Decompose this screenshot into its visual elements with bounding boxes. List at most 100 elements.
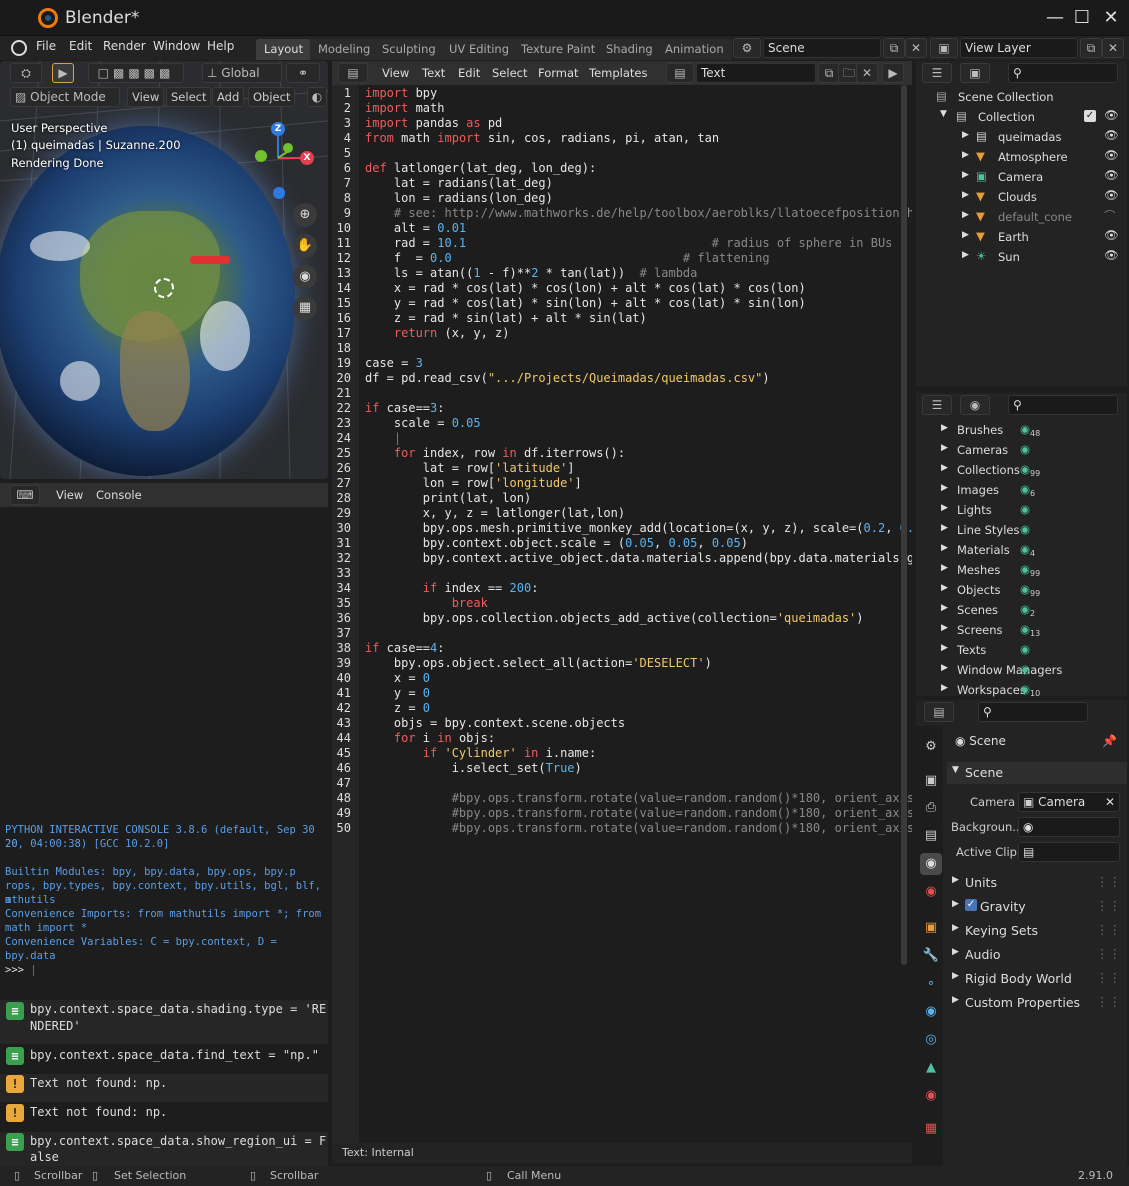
- new-view-layer-icon[interactable]: ⧉: [1080, 38, 1102, 58]
- maximize-button[interactable]: ☐: [1070, 6, 1094, 30]
- text-menu-edit[interactable]: Edit: [458, 66, 480, 80]
- code-editor[interactable]: 1 2 3 4 5 6 7 8 9 10 11 12 13 14 15 16 17 18 19 20 21 22 23 24 2…: [332, 85, 912, 1143]
- data-tab-icon[interactable]: ▲: [920, 1057, 942, 1079]
- panel-gravity[interactable]: ▶ ✓ Gravity ⋮⋮: [947, 895, 1127, 917]
- code-line[interactable]: import bpy: [365, 86, 437, 100]
- code-line[interactable]: if case==4:: [365, 641, 445, 655]
- tab-shading[interactable]: Shading: [598, 39, 661, 60]
- expand-arrow-icon[interactable]: ▶: [941, 603, 948, 613]
- code-line[interactable]: import math: [365, 101, 444, 115]
- scene-selector[interactable]: Scene: [763, 38, 881, 58]
- data-category-window-managers[interactable]: ▶ Window Managers ◉: [916, 660, 1127, 680]
- info-report-row[interactable]: ≡ bpy.context.space_data.show_region_ui …: [0, 1132, 328, 1166]
- code-line[interactable]: i.select_set(True): [365, 761, 582, 775]
- text-editor-type-icon[interactable]: ▤: [338, 63, 368, 83]
- expand-arrow-icon[interactable]: ▶: [941, 443, 948, 453]
- blender-file-mode-icon[interactable]: ◉: [960, 395, 990, 415]
- visibility-eye-icon[interactable]: 👁: [1104, 148, 1119, 162]
- code-line[interactable]: if 'Cylinder' in i.name:: [365, 746, 596, 760]
- panel-custom-properties[interactable]: ▶ Custom Properties ⋮⋮: [947, 991, 1127, 1013]
- camera-view-icon[interactable]: ◉: [293, 265, 317, 289]
- scene-tab-icon[interactable]: ◉: [920, 853, 942, 875]
- panel-keying-sets[interactable]: ▶ Keying Sets ⋮⋮: [947, 919, 1127, 941]
- code-line[interactable]: lat = row['latitude']: [365, 461, 575, 475]
- data-category-screens[interactable]: ▶ Screens ◉ 13: [916, 620, 1127, 640]
- expand-arrow-icon[interactable]: ▶: [941, 503, 948, 513]
- drag-handle-icon[interactable]: ⋮⋮: [1096, 946, 1121, 961]
- outliner-scene-collection[interactable]: ▤ Scene Collection: [916, 87, 1127, 107]
- run-script-icon[interactable]: ▶: [882, 63, 904, 83]
- info-editor[interactable]: ≡ bpy.context.space_data.shading.type = …: [0, 983, 328, 1166]
- expand-arrow-icon[interactable]: ▶: [962, 190, 969, 200]
- code-line[interactable]: for i in objs:: [365, 731, 495, 745]
- code-line[interactable]: for index, row in df.iterrows():: [365, 446, 625, 460]
- panel-rigid-body-world[interactable]: ▶ Rigid Body World ⋮⋮: [947, 967, 1127, 989]
- info-report-row[interactable]: ≡ bpy.context.space_data.shading.type = …: [0, 1000, 328, 1044]
- code-line[interactable]: bpy.context.active_object.data.materials…: [365, 551, 912, 565]
- outliner-search-input[interactable]: ⚲: [1008, 63, 1118, 83]
- outliner-item-camera[interactable]: ▶ ▣ Camera 👁: [916, 167, 1127, 187]
- pin-icon[interactable]: 📌: [1102, 734, 1117, 748]
- code-line[interactable]: lat = radians(lat_deg): [365, 176, 553, 190]
- mode-dropdown[interactable]: ▨ Object Mode: [10, 87, 120, 107]
- panel-units[interactable]: ▶ Units ⋮⋮: [947, 871, 1127, 893]
- blender-menu-icon[interactable]: [11, 40, 27, 56]
- expand-arrow-icon[interactable]: ▶: [941, 683, 948, 693]
- transform-orientation-dropdown[interactable]: ⊥ Global: [202, 63, 282, 83]
- delete-view-layer-icon[interactable]: ✕: [1102, 38, 1124, 58]
- console-editor-type-icon[interactable]: ⌨: [10, 485, 40, 505]
- expand-arrow-icon[interactable]: ▶: [941, 523, 948, 533]
- drag-handle-icon[interactable]: ⋮⋮: [1096, 874, 1121, 889]
- new-text-icon[interactable]: ⧉: [818, 63, 840, 83]
- code-line[interactable]: return (x, y, z): [365, 326, 510, 340]
- zoom-icon[interactable]: ⊕: [293, 203, 317, 227]
- expand-arrow-icon[interactable]: ▶: [941, 423, 948, 433]
- code-line[interactable]: if index == 200:: [365, 581, 539, 595]
- data-category-line-styles[interactable]: ▶ Line Styles ◉: [916, 520, 1127, 540]
- display-mode-icon[interactable]: ▣: [960, 63, 990, 83]
- editor-scrollbar[interactable]: [901, 85, 907, 965]
- expand-arrow-icon[interactable]: ▶: [962, 130, 969, 140]
- object-tab-icon[interactable]: ▣: [920, 917, 942, 939]
- tab-layout[interactable]: Layout: [256, 39, 312, 60]
- unlink-text-icon[interactable]: ✕: [856, 63, 878, 83]
- panel-audio[interactable]: ▶ Audio ⋮⋮: [947, 943, 1127, 965]
- tab-modeling[interactable]: Modeling: [310, 39, 379, 60]
- viewport-menu-view[interactable]: View: [127, 87, 165, 107]
- code-line[interactable]: scale = 0.05: [365, 416, 481, 430]
- expand-arrow-icon[interactable]: ▶: [941, 663, 948, 673]
- overlay-toggle-icon[interactable]: ◐: [307, 87, 327, 107]
- text-datablock-name[interactable]: Text: [696, 63, 816, 83]
- snapping-icon[interactable]: ⚭: [286, 63, 320, 83]
- data-category-images[interactable]: ▶ Images ◉ 6: [916, 480, 1127, 500]
- code-line[interactable]: lon = radians(lon_deg): [365, 191, 553, 205]
- visibility-eye-icon[interactable]: 👁: [1104, 248, 1119, 262]
- view-layer-selector[interactable]: View Layer: [960, 38, 1078, 58]
- constraints-tab-icon[interactable]: ◎: [920, 1029, 942, 1051]
- outliner-item-earth[interactable]: ▶ ▼ Earth 👁: [916, 227, 1127, 247]
- perspective-grid-icon[interactable]: ▦: [293, 296, 317, 320]
- viewport-menu-object[interactable]: Object: [248, 87, 296, 107]
- expand-arrow-icon[interactable]: ▶: [941, 583, 948, 593]
- view-layer-tab-icon[interactable]: ▤: [920, 825, 942, 847]
- menu-window[interactable]: Window: [153, 39, 200, 53]
- code-line[interactable]: #bpy.ops.transform.rotate(value=random.r…: [365, 806, 912, 820]
- data-category-workspaces[interactable]: ▶ Workspaces ◉ 10: [916, 680, 1127, 700]
- expand-arrow-icon[interactable]: ▶: [941, 563, 948, 573]
- expand-arrow-icon[interactable]: ▶: [941, 623, 948, 633]
- data-category-scenes[interactable]: ▶ Scenes ◉ 2: [916, 600, 1127, 620]
- 3d-cursor[interactable]: [154, 278, 174, 298]
- visibility-eye-icon[interactable]: 👁: [1104, 108, 1119, 122]
- delete-scene-icon[interactable]: ✕: [905, 38, 927, 58]
- outliner-item-clouds[interactable]: ▶ ▼ Clouds 👁: [916, 187, 1127, 207]
- code-line[interactable]: case = 3: [365, 356, 423, 370]
- code-line[interactable]: ls = atan((1 - f)**2 * tan(lat)) # lambd…: [365, 266, 697, 280]
- menu-help[interactable]: Help: [207, 39, 234, 53]
- data-category-objects[interactable]: ▶ Objects ◉ 99: [916, 580, 1127, 600]
- text-menu-format[interactable]: Format: [538, 66, 579, 80]
- code-line[interactable]: bpy.ops.collection.objects_add_active(co…: [365, 611, 864, 625]
- code-line[interactable]: break: [365, 596, 488, 610]
- data-category-brushes[interactable]: ▶ Brushes ◉ 48: [916, 420, 1127, 440]
- menu-file[interactable]: File: [36, 39, 56, 53]
- code-line[interactable]: import pandas as pd: [365, 116, 502, 130]
